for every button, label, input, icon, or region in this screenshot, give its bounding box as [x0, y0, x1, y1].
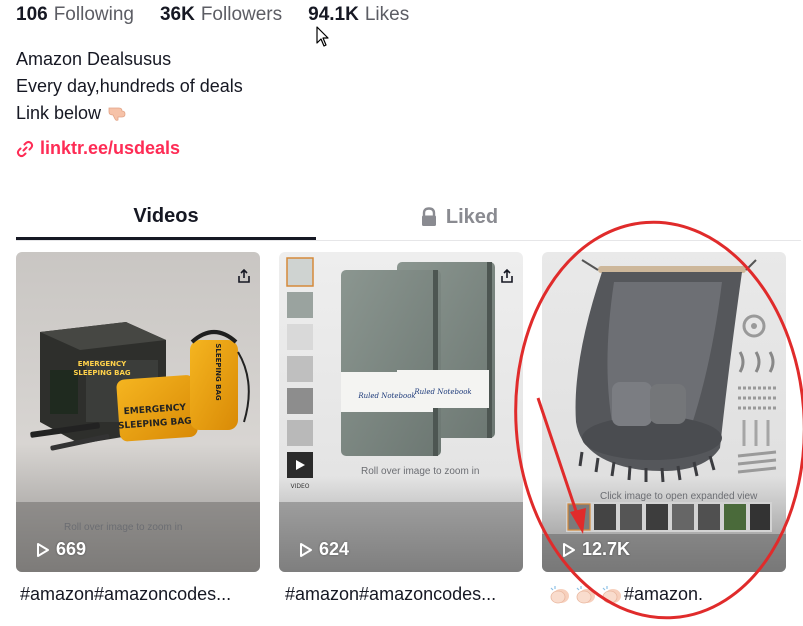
followers-count: 36K: [159, 4, 195, 25]
bag-side-label: SLEEPING BAG: [214, 343, 222, 401]
notebook-label-back: Ruled Notebook: [413, 388, 471, 396]
video-caption-3-row[interactable]: #amazon.: [548, 584, 798, 605]
cursor-icon: [316, 26, 329, 47]
lock-icon: [421, 207, 436, 226]
view-count-1: 669: [36, 539, 86, 560]
play-icon: [37, 542, 49, 557]
bio-line-2-row: Link below: [16, 100, 243, 127]
tab-liked-label: Liked: [445, 205, 499, 228]
link-icon: [16, 140, 34, 157]
clap-emoji-icon: [602, 585, 621, 603]
profile-link[interactable]: linktr.ee/usdeals: [16, 138, 180, 159]
video-caption-1[interactable]: #amazon#amazoncodes...: [20, 584, 270, 605]
bio-line-2: Link below: [16, 103, 102, 123]
followers-label: Followers: [200, 4, 283, 25]
bio-name: Amazon Dealsusus: [16, 49, 172, 69]
box-label-sleeping-bag: SLEEPING BAG: [73, 369, 131, 377]
view-count-1-value: 669: [56, 539, 87, 559]
tab-videos-label: Videos: [133, 205, 199, 227]
view-count-2: 624: [299, 539, 349, 560]
play-icon: [300, 542, 312, 557]
clap-emoji-icon: [550, 585, 569, 603]
likes-label: Likes: [364, 4, 410, 25]
following-count: 106: [16, 4, 48, 25]
video-card-3[interactable]: Click image to open expanded view 12.7K: [542, 252, 786, 572]
play-icon: [563, 542, 575, 557]
video-thumbnail-3: [542, 252, 786, 572]
profile-link-text: linktr.ee/usdeals: [40, 138, 181, 158]
zoom-hint-1: Roll over image to zoom in: [64, 522, 183, 533]
video-card-2[interactable]: VIDEO Ruled Notebook Ruled Notebook Roll…: [279, 252, 523, 572]
following-stat[interactable]: 106 Following: [16, 4, 134, 26]
tab-videos[interactable]: Videos: [16, 196, 316, 240]
sidebar-video-label: VIDEO: [290, 483, 309, 490]
expand-hint-3: Click image to open expanded view: [600, 491, 758, 502]
following-label: Following: [53, 4, 134, 25]
share-icon[interactable]: [236, 268, 252, 284]
video-card-1[interactable]: EMERGENCY SLEEPING BAG EMERGENCY SLEEPIN…: [16, 252, 260, 572]
bio-line-1: Every day,hundreds of deals: [16, 76, 243, 96]
view-count-3: 12.7K: [562, 539, 630, 560]
followers-stat[interactable]: 36K Followers: [160, 4, 282, 26]
likes-count: 94.1K: [308, 4, 359, 25]
profile-tabs: Videos Liked: [16, 196, 801, 241]
tab-liked[interactable]: Liked: [316, 196, 602, 238]
zoom-hint-2: Roll over image to zoom in: [361, 466, 480, 477]
profile-stats: 106 Following 36K Followers 94.1K Likes: [16, 4, 435, 30]
view-count-2-value: 624: [319, 539, 350, 559]
video-thumbnail-2: VIDEO Ruled Notebook Ruled Notebook: [279, 252, 523, 572]
video-caption-2[interactable]: #amazon#amazoncodes...: [285, 584, 535, 605]
likes-stat: 94.1K Likes: [308, 4, 409, 26]
pointing-down-emoji-icon: [108, 107, 126, 121]
video-caption-3: #amazon.: [624, 584, 704, 604]
share-icon[interactable]: [499, 268, 515, 284]
box-label-emergency: EMERGENCY: [78, 360, 127, 368]
notebook-label-front: Ruled Notebook: [357, 392, 415, 400]
view-count-3-value: 12.7K: [582, 539, 631, 559]
clap-emoji-icon: [576, 585, 595, 603]
profile-bio: Amazon Dealsusus Every day,hundreds of d…: [16, 46, 243, 127]
